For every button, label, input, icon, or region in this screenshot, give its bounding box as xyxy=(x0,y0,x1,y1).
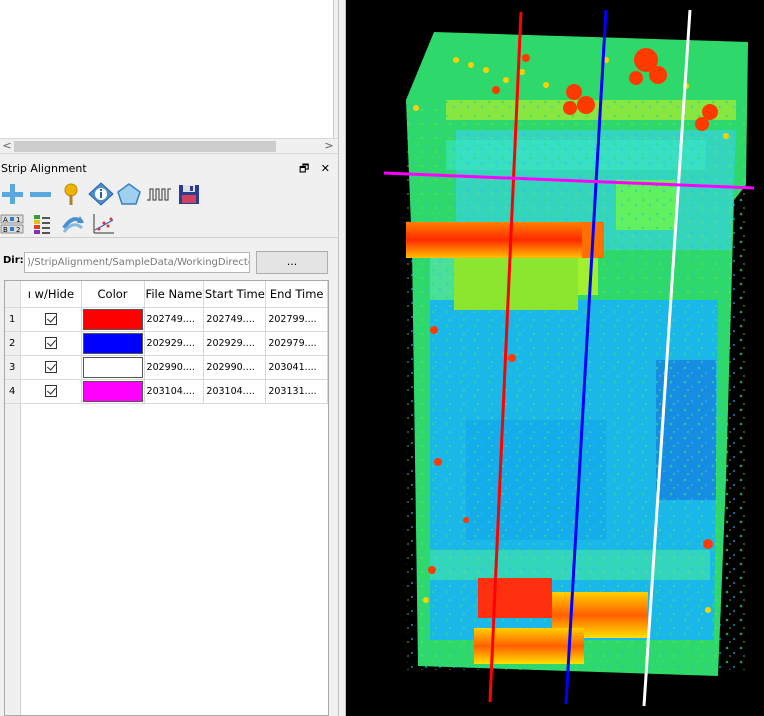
float-close-buttons[interactable]: 🗗 ✕ xyxy=(299,160,334,178)
show-checkbox[interactable] xyxy=(44,337,57,349)
column-header-end-time[interactable]: End Time xyxy=(265,281,328,308)
color-cell[interactable] xyxy=(81,307,145,332)
polygon-icon[interactable] xyxy=(116,182,142,206)
show-hide-cell[interactable] xyxy=(20,307,82,332)
table-row[interactable]: 3 202990.... 202990.... 203041.... xyxy=(5,355,328,380)
point-cloud-render xyxy=(383,9,755,707)
svg-text:1: 1 xyxy=(16,216,20,224)
pin-icon[interactable] xyxy=(58,182,84,206)
save-icon[interactable] xyxy=(176,182,202,206)
start-time-cell[interactable]: 203104.... xyxy=(203,379,267,404)
scatter-axis-icon[interactable] xyxy=(90,212,116,236)
show-checkbox[interactable] xyxy=(44,313,57,325)
column-header-start-time[interactable]: Start Time xyxy=(203,281,267,308)
row-number: 3 xyxy=(5,355,22,380)
point-cloud-viewport[interactable] xyxy=(346,0,764,716)
horizontal-scrollbar[interactable]: < > xyxy=(0,138,338,154)
scroll-right-arrow-icon[interactable]: > xyxy=(322,139,336,153)
panel-title: Strip Alignment xyxy=(1,162,87,175)
svg-text:A: A xyxy=(3,216,8,224)
svg-text:B: B xyxy=(3,226,8,234)
show-checkbox[interactable] xyxy=(44,361,57,373)
column-header-color[interactable]: Color xyxy=(81,281,145,308)
info-icon[interactable] xyxy=(88,182,114,206)
scroll-thumb[interactable] xyxy=(14,141,276,152)
end-time-cell[interactable]: 202799.... xyxy=(265,307,328,332)
browse-button[interactable]: ... xyxy=(256,251,328,274)
color-swatch[interactable] xyxy=(82,308,143,330)
end-time-cell[interactable]: 202979.... xyxy=(265,331,328,356)
color-swatch[interactable] xyxy=(82,332,143,354)
align-arrows-icon[interactable] xyxy=(60,212,86,236)
waveform-icon[interactable] xyxy=(146,182,172,206)
column-header-show-hide[interactable]: ı w/Hide xyxy=(20,281,82,308)
start-time-cell[interactable]: 202929.... xyxy=(203,331,267,356)
start-time-cell[interactable]: 202749.... xyxy=(203,307,267,332)
show-hide-cell[interactable] xyxy=(20,379,82,404)
scroll-left-arrow-icon[interactable]: < xyxy=(0,139,14,153)
svg-text:2: 2 xyxy=(16,226,20,234)
dock-title-bar: Strip Alignment 🗗 ✕ xyxy=(0,160,338,178)
show-hide-cell[interactable] xyxy=(20,331,82,356)
corner-header xyxy=(5,281,22,308)
file-name-cell[interactable]: 203104.... xyxy=(144,379,205,404)
table-row[interactable]: 1 202749.... 202749.... 202799.... xyxy=(5,307,328,332)
app-window: < > Strip Alignment 🗗 ✕ A B 1 2 Dir:)/S… xyxy=(0,0,764,716)
color-cell[interactable] xyxy=(81,355,145,380)
show-hide-cell[interactable] xyxy=(20,355,82,380)
start-time-cell[interactable]: 202990.... xyxy=(203,355,267,380)
file-name-cell[interactable]: 202749.... xyxy=(144,307,205,332)
table-header-row: ı w/Hide Color File Name Start Time End … xyxy=(5,281,328,308)
file-name-cell[interactable]: 202929.... xyxy=(144,331,205,356)
toolbar-secondary: AB1 2 xyxy=(0,210,338,238)
file-name-cell[interactable]: 202990.... xyxy=(144,355,205,380)
directory-row: Dir: )/StripAlignment/SampleData/Working… xyxy=(0,250,338,274)
dir-label: Dir: xyxy=(3,255,24,266)
column-header-file-name[interactable]: File Name xyxy=(144,281,205,308)
show-checkbox[interactable] xyxy=(44,385,57,397)
ab-compare-icon[interactable]: AB1 2 xyxy=(0,212,26,236)
remove-icon[interactable] xyxy=(28,182,54,206)
strip-alignment-panel: < > Strip Alignment 🗗 ✕ A B 1 2 Dir:)/S… xyxy=(0,0,338,716)
color-swatch[interactable] xyxy=(82,380,143,402)
upper-dock-area xyxy=(0,0,334,138)
end-time-cell[interactable]: 203131.... xyxy=(265,379,328,404)
color-cell[interactable] xyxy=(81,379,145,404)
panel-splitter[interactable] xyxy=(338,0,346,716)
color-cell[interactable] xyxy=(81,331,145,356)
row-number: 2 xyxy=(5,331,22,356)
strips-grid: ı w/Hide Color File Name Start Time End … xyxy=(5,281,328,404)
row-number: 4 xyxy=(5,379,22,404)
row-number: 1 xyxy=(5,307,22,332)
color-swatch[interactable] xyxy=(82,356,143,378)
toolbar-primary xyxy=(0,180,338,208)
end-time-cell[interactable]: 203041.... xyxy=(265,355,328,380)
strips-table: ı w/Hide Color File Name Start Time End … xyxy=(4,280,329,716)
color-bars-icon[interactable] xyxy=(30,212,56,236)
table-row[interactable]: 4 203104.... 203104.... 203131.... xyxy=(5,379,328,404)
table-row[interactable]: 2 202929.... 202929.... 202979.... xyxy=(5,331,328,356)
add-icon[interactable] xyxy=(0,182,26,206)
working-directory-field[interactable]: )/StripAlignment/SampleData/WorkingDirec… xyxy=(24,252,250,273)
